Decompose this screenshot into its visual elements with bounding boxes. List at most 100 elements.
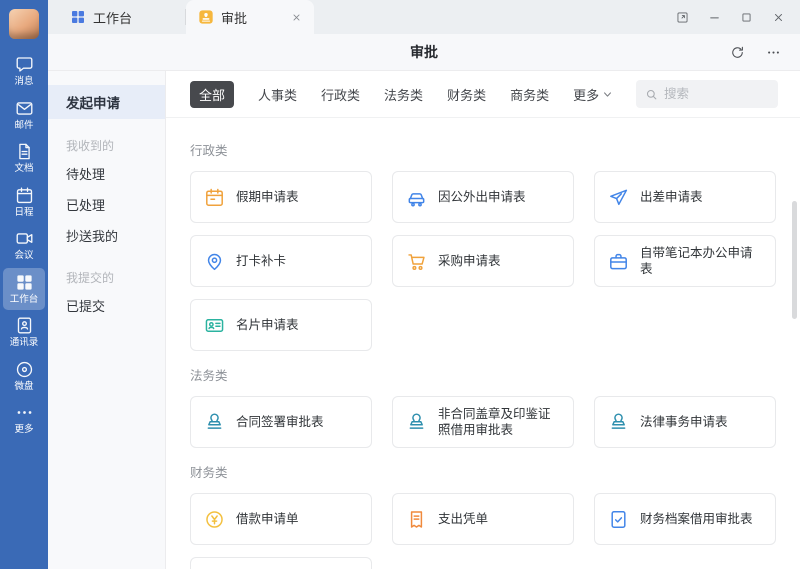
window-tabs: 工作台 审批 xyxy=(58,0,314,34)
filter-tab-hr[interactable]: 人事类 xyxy=(258,85,297,104)
rail-item-more[interactable]: 更多 xyxy=(3,398,45,441)
approval-card-label: 采购申请表 xyxy=(438,253,501,269)
approval-card-label: 财务档案借用审批表 xyxy=(640,511,753,527)
approval-card[interactable]: 名片申请表 xyxy=(190,299,372,351)
refresh-icon xyxy=(730,45,745,60)
sidebar-item-processed[interactable]: 已处理 xyxy=(48,189,165,220)
approval-card[interactable]: 差旅费报销单 xyxy=(190,557,372,569)
popout-button[interactable] xyxy=(670,5,694,29)
rail-item-label: 邮件 xyxy=(14,121,33,131)
rail-item-label: 微盘 xyxy=(14,382,33,392)
avatar[interactable] xyxy=(9,9,39,39)
chevron-down-icon xyxy=(602,89,613,100)
rail-item-drive[interactable]: 微盘 xyxy=(3,355,45,398)
approval-card-label: 假期申请表 xyxy=(236,189,299,205)
pin-icon xyxy=(204,251,225,272)
refresh-button[interactable] xyxy=(726,41,748,63)
body-area: 发起申请我收到的待处理已处理抄送我的我提交的已提交 全部人事类行政类法务类财务类… xyxy=(48,70,800,569)
grid-icon xyxy=(70,9,86,25)
sidebar-item-cc-me[interactable]: 抄送我的 xyxy=(48,220,165,251)
rail-item-contacts[interactable]: 通讯录 xyxy=(3,311,45,354)
approval-card[interactable]: 打卡补卡 xyxy=(190,235,372,287)
tab-bar: 工作台 审批 xyxy=(48,0,800,34)
tab-close-icon[interactable] xyxy=(291,12,302,23)
close-icon xyxy=(772,11,785,24)
filter-tab-legal[interactable]: 法务类 xyxy=(384,85,423,104)
card-grid: 假期申请表 因公外出申请表 出差申请表打卡补卡 采购申请表 自带笔记本办公申请表名片申请… xyxy=(190,171,776,351)
rail-item-schedule[interactable]: 日程 xyxy=(3,181,45,224)
search-box[interactable] xyxy=(636,80,778,108)
rail-item-label: 消息 xyxy=(14,77,33,87)
main-area: 工作台审批 审批 发起申请我收到的待处理已处理抄送我的我提交的已提交 全部人事类… xyxy=(48,0,800,569)
content-scrollbar[interactable] xyxy=(792,201,797,319)
approval-card[interactable]: 自带笔记本办公申请表 xyxy=(594,235,776,287)
app-header: 审批 xyxy=(48,34,800,70)
sidebar-item-start-request[interactable]: 发起申请 xyxy=(48,85,165,119)
tab-label: 审批 xyxy=(221,8,268,27)
approval-card[interactable]: 出差申请表 xyxy=(594,171,776,223)
rail-item-label: 更多 xyxy=(14,425,33,435)
approval-card[interactable]: 合同签署审批表 xyxy=(190,396,372,448)
card-grid: 借款申请单支出凭单 财务档案借用审批表差旅费报销单 xyxy=(190,493,776,569)
filter-tab-business[interactable]: 商务类 xyxy=(510,85,549,104)
rail-item-mail[interactable]: 邮件 xyxy=(3,94,45,137)
section-admin: 行政类假期申请表 因公外出申请表 出差申请表打卡补卡 采购申请表 自带笔记本办公申请表名… xyxy=(190,140,776,351)
rail-item-messages[interactable]: 消息 xyxy=(3,50,45,93)
window-tab-approval[interactable]: 审批 xyxy=(186,0,314,34)
contacts-icon xyxy=(15,316,34,335)
approval-card-label: 名片申请表 xyxy=(236,317,299,333)
rail-item-label: 工作台 xyxy=(10,295,39,305)
approval-card[interactable]: 非合同盖章及印鉴证照借用审批表 xyxy=(392,396,574,448)
section-legal: 法务类合同签署审批表非合同盖章及印鉴证照借用审批表法律事务申请表 xyxy=(190,365,776,448)
search-input[interactable] xyxy=(664,87,769,101)
tab-label: 工作台 xyxy=(93,8,174,27)
approval-card[interactable]: 财务档案借用审批表 xyxy=(594,493,776,545)
approval-card[interactable]: 法律事务申请表 xyxy=(594,396,776,448)
rail-item-meetings[interactable]: 会议 xyxy=(3,224,45,267)
approval-card[interactable]: 采购申请表 xyxy=(392,235,574,287)
approval-badge-icon xyxy=(198,9,214,25)
approval-card[interactable]: 支出凭单 xyxy=(392,493,574,545)
content-area: 全部人事类行政类法务类财务类商务类 更多 行政类假期申请表因公外出申请表出差申请… xyxy=(166,71,800,569)
more-menu-button[interactable] xyxy=(762,41,784,63)
approval-card-label: 打卡补卡 xyxy=(236,253,286,269)
car-icon xyxy=(406,187,427,208)
filter-more[interactable]: 更多 xyxy=(573,85,613,104)
approval-card-label: 合同签署审批表 xyxy=(236,414,324,430)
filter-tab-finance[interactable]: 财务类 xyxy=(447,85,486,104)
rail-item-label: 日程 xyxy=(14,208,33,218)
filter-tab-all[interactable]: 全部 xyxy=(190,81,234,108)
sidebar-item-pending[interactable]: 待处理 xyxy=(48,158,165,189)
section-title: 行政类 xyxy=(190,140,776,159)
close-button[interactable] xyxy=(766,5,790,29)
sidebar-group-title: 我提交的 xyxy=(48,269,165,286)
filter-tab-admin[interactable]: 行政类 xyxy=(321,85,360,104)
calendar-form-icon xyxy=(204,187,225,208)
approval-card-label: 法律事务申请表 xyxy=(640,414,728,430)
grid-icon xyxy=(15,273,34,292)
minimize-button[interactable] xyxy=(702,5,726,29)
stamp-icon xyxy=(608,412,629,433)
sidebar-group-title: 我收到的 xyxy=(48,137,165,154)
approval-card[interactable]: 因公外出申请表 xyxy=(392,171,574,223)
sidebar-item-submitted[interactable]: 已提交 xyxy=(48,290,165,321)
filter-more-label: 更多 xyxy=(573,85,599,104)
more-dots-icon xyxy=(766,45,781,60)
approval-card[interactable]: 借款申请单 xyxy=(190,493,372,545)
chat-icon xyxy=(15,55,34,74)
window-tab-workbench[interactable]: 工作台 xyxy=(58,0,186,34)
plane-icon xyxy=(608,187,629,208)
rail-item-label: 会议 xyxy=(14,251,33,261)
drive-icon xyxy=(15,360,34,379)
approval-card-label: 因公外出申请表 xyxy=(438,189,526,205)
section-finance: 财务类借款申请单支出凭单财务档案借用审批表差旅费报销单 xyxy=(190,462,776,569)
rail-item-label: 文档 xyxy=(14,164,33,174)
category-filter-tabs: 全部 人事类 行政类 法务类 财务类 商务类 xyxy=(190,81,549,108)
rail-item-workbench[interactable]: 工作台 xyxy=(3,268,45,311)
approval-card-label: 自带笔记本办公申请表 xyxy=(640,245,762,278)
calendar-icon xyxy=(15,186,34,205)
rail-item-label: 通讯录 xyxy=(10,338,39,348)
approval-card[interactable]: 假期申请表 xyxy=(190,171,372,223)
rail-item-docs[interactable]: 文档 xyxy=(3,137,45,180)
maximize-button[interactable] xyxy=(734,5,758,29)
